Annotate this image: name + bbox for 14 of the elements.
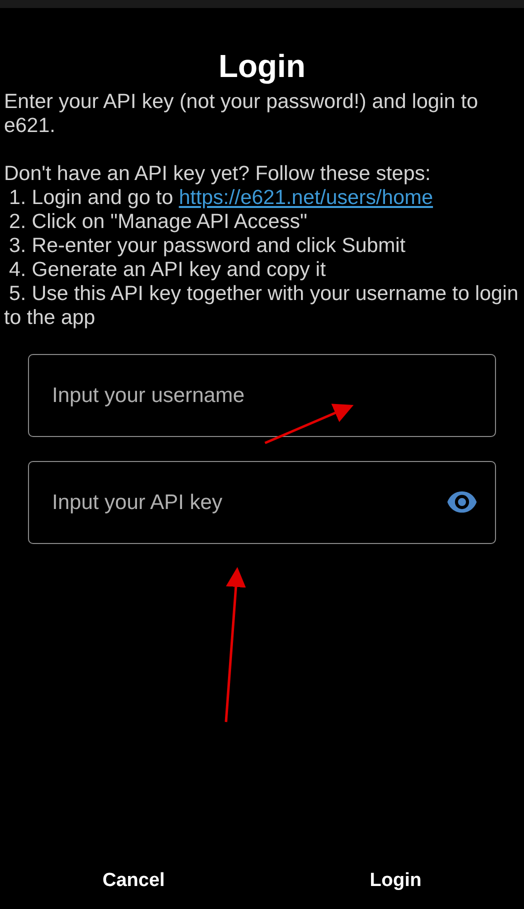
intro-text: Enter your API key (not your password!) and login to e621. — [4, 90, 480, 138]
dialog-button[interactable]: Login — [362, 862, 430, 899]
steps-heading: Don't have an API key yet? Follow these steps: — [4, 162, 432, 186]
dialog-button[interactable]: Cancel — [94, 862, 173, 899]
step-text: 3. Re-enter your password and click Submit — [8, 234, 407, 258]
step-text: 2. Click on "Manage API Access" — [8, 210, 308, 234]
page-title: Login — [217, 47, 307, 86]
step-text: 1. Login and go to https://e621.net/users/home — [8, 186, 434, 210]
input-field[interactable]: Input your API key — [28, 461, 496, 544]
eye-icon[interactable] — [446, 491, 478, 513]
step-text: 4. Generate an API key and copy it — [8, 258, 327, 282]
input-field[interactable]: Input your username — [28, 354, 496, 437]
step-text: 5. Use this API key together with your username to login to the app — [4, 282, 520, 330]
link[interactable]: https://e621.net/users/home — [178, 186, 433, 209]
